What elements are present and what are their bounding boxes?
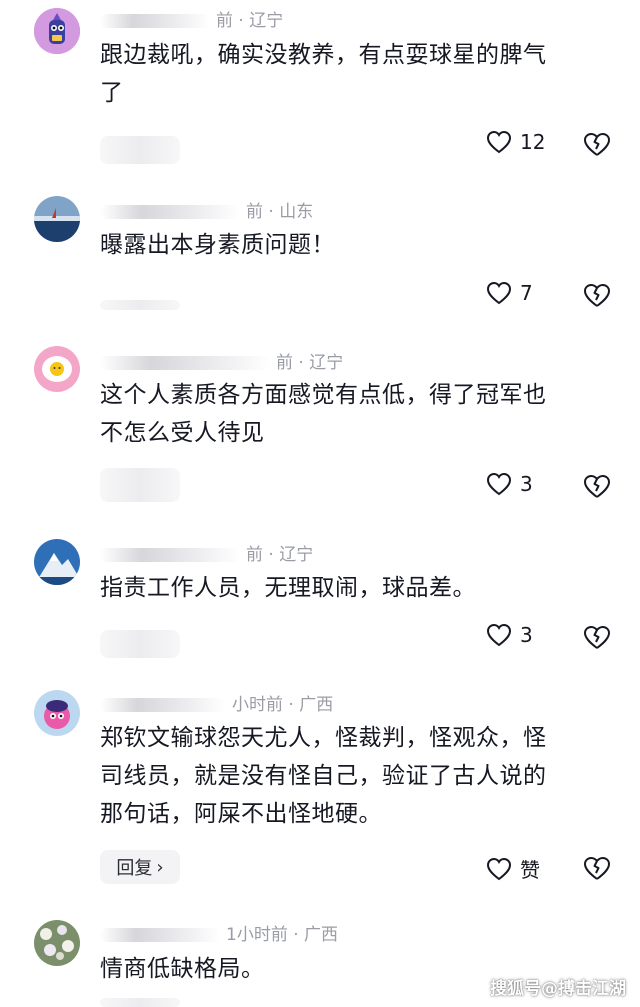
broken-heart-icon[interactable] (583, 282, 611, 308)
avatar-flowers-icon (34, 920, 80, 966)
avatar[interactable] (34, 690, 80, 736)
reply-button[interactable] (100, 998, 180, 1007)
avatar[interactable] (34, 8, 80, 54)
reply-button[interactable] (100, 300, 180, 310)
comment-meta: 前 · 辽宁 (100, 6, 283, 31)
like-button[interactable]: 赞 (486, 854, 540, 883)
comment-text: 跟边裁吼，确实没教养，有点耍球星的脾气 了 (100, 42, 547, 106)
heart-outline-icon (486, 623, 512, 647)
reply-button[interactable]: 回复 › (100, 850, 180, 884)
heart-outline-icon (486, 130, 512, 154)
comment-text: 曝露出本身素质问题！ (100, 232, 335, 258)
comment-text: 指责工作人员，无理取闹，球品差。 (100, 575, 476, 601)
comment-meta: 小时前 · 广西 (100, 690, 333, 715)
like-count: 12 (520, 130, 546, 154)
reply-button[interactable] (100, 468, 180, 502)
broken-heart-icon[interactable] (583, 624, 611, 650)
watermark: 搜狐号@搏击江湖 (490, 979, 626, 999)
comment-meta: 前 · 辽宁 (100, 540, 313, 565)
reply-button[interactable] (100, 630, 180, 658)
like-label: 赞 (520, 858, 540, 882)
avatar-character-icon (34, 8, 80, 54)
avatar-mountain-icon (34, 539, 80, 585)
avatar-sea-icon (34, 196, 80, 242)
avatar[interactable] (34, 920, 80, 966)
heart-outline-icon (486, 857, 512, 880)
avatar-cartoon-icon (34, 690, 80, 736)
comment-text: 郑钦文输球怨天尤人，怪裁判，怪观众，怪 司线员，就是没有怪自己，验证了古人说的 … (100, 725, 547, 827)
chevron-right-icon: › (156, 856, 164, 878)
comment-text: 这个人素质各方面感觉有点低，得了冠军也 不怎么受人待见 (100, 382, 547, 446)
like-button[interactable]: 7 (486, 281, 533, 305)
avatar[interactable] (34, 539, 80, 585)
avatar[interactable] (34, 196, 80, 242)
like-count: 3 (520, 623, 533, 647)
like-count: 7 (520, 281, 533, 305)
broken-heart-icon[interactable] (583, 131, 611, 157)
comment-meta: 前 · 辽宁 (100, 348, 343, 373)
reply-button[interactable] (100, 136, 180, 164)
like-count: 3 (520, 472, 533, 496)
comment-meta: 1小时前 · 广西 (100, 920, 338, 945)
heart-outline-icon (486, 281, 512, 305)
like-button[interactable]: 3 (486, 623, 533, 647)
like-button[interactable]: 12 (486, 130, 545, 154)
like-button[interactable]: 3 (486, 472, 533, 496)
avatar-egg-icon (34, 346, 80, 392)
broken-heart-icon[interactable] (583, 473, 611, 499)
comment-meta: 前 · 山东 (100, 197, 313, 222)
broken-heart-icon[interactable] (583, 855, 611, 881)
heart-outline-icon (486, 472, 512, 496)
reply-label: 回复 (116, 858, 153, 879)
avatar[interactable] (34, 346, 80, 392)
